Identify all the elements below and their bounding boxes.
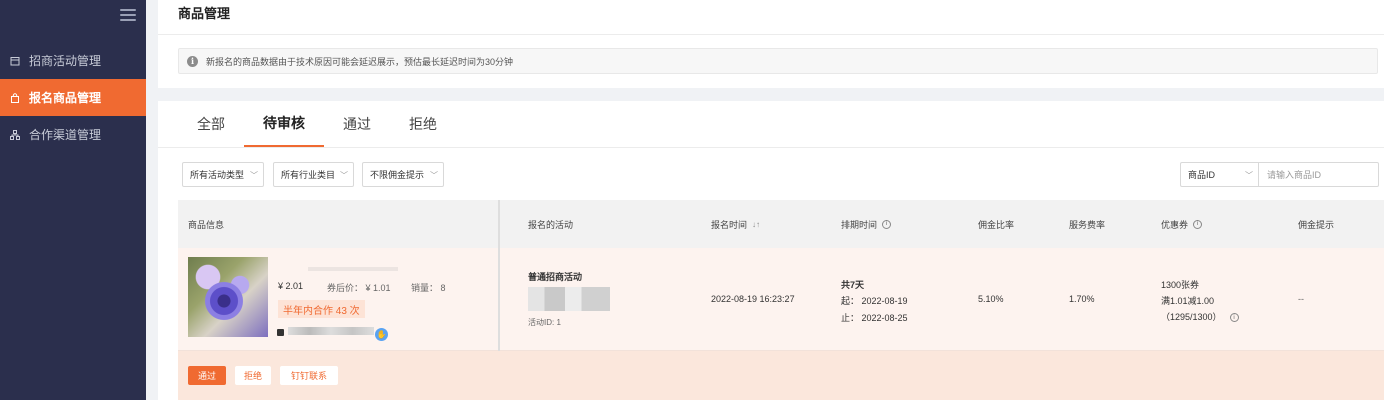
activity-type-value: 所有活动类型 <box>190 170 245 180</box>
th-reg-time[interactable]: 报名时间 ↓↑ <box>711 200 760 248</box>
th-label: 报名时间 <box>711 219 748 230</box>
sidebar-item-label: 报名商品管理 <box>29 91 102 105</box>
chevron-down-icon: ﹀ <box>340 171 348 180</box>
calendar-icon <box>9 55 20 66</box>
row-actions: 通过 拒绝 钉钉联系 <box>178 351 1384 400</box>
dingtalk-icon[interactable]: ✋ <box>375 328 388 341</box>
th-coupon: 优惠券 i <box>1161 200 1203 248</box>
th-schedule: 排期时间 i <box>841 200 892 248</box>
service-rate: 1.70% <box>1069 294 1095 304</box>
bag-icon <box>9 92 20 103</box>
blurred-product-title <box>308 267 398 271</box>
commission-rate: 5.10% <box>978 294 1004 304</box>
commission-tip: -- <box>1298 294 1304 304</box>
page-title: 商品管理 <box>178 6 231 21</box>
schedule-start: 起： 2022-08-19 <box>841 296 908 306</box>
info-icon: i <box>187 55 198 67</box>
tab-pending[interactable]: 待审核 <box>244 101 324 147</box>
sidebar-item-label: 招商活动管理 <box>29 54 102 68</box>
coupon-count: 1300张券 <box>1161 280 1200 290</box>
chevron-down-icon: ﹀ <box>250 171 258 180</box>
th-commission-rate: 佣金比率 <box>978 219 1015 230</box>
commission-value: 不限佣金提示 <box>370 170 425 180</box>
coupon-remaining: （1295/1300） <box>1161 312 1222 322</box>
chevron-down-icon: ﹀ <box>430 171 438 180</box>
sidebar-item-activity-management[interactable]: 招商活动管理 <box>0 42 146 79</box>
reject-button[interactable]: 拒绝 <box>235 366 271 385</box>
table-header: 商品信息 报名的活动 报名时间 ↓↑ 排期时间 i 佣金比率 服务费率 优惠券 … <box>178 200 1384 248</box>
industry-select[interactable]: 所有行业类目 ﹀ <box>273 162 354 187</box>
sidebar-item-channel-management[interactable]: 合作渠道管理 <box>0 116 146 153</box>
th-product-info: 商品信息 <box>188 219 225 230</box>
shop-icon <box>277 329 284 336</box>
sales-count: 销量： 8 <box>411 283 446 293</box>
help-icon[interactable]: i <box>1193 219 1203 229</box>
registration-time: 2022-08-19 16:23:27 <box>711 294 795 304</box>
product-id-input[interactable] <box>1258 162 1379 187</box>
approve-button[interactable]: 通过 <box>188 366 226 385</box>
coupon-rule: 满1.01减1.00 <box>1161 296 1215 306</box>
table-row: ¥ 2.01 券后价： ¥ 1.01 销量： 8 半年内合作 43 次 ✋ 普通… <box>178 248 1384 351</box>
id-type-select[interactable]: 商品ID ﹀ <box>1180 162 1259 187</box>
blurred-activity-image <box>528 287 610 311</box>
activity-name[interactable]: 普通招商活动 <box>528 270 582 283</box>
sidebar-item-product-registration[interactable]: 报名商品管理 <box>0 79 146 116</box>
dingtalk-contact-button[interactable]: 钉钉联系 <box>280 366 338 385</box>
schedule-end: 止： 2022-08-25 <box>841 313 908 323</box>
coupon-remaining-wrap: （1295/1300） i <box>1161 310 1239 323</box>
th-label: 优惠券 <box>1161 219 1189 230</box>
product-thumbnail[interactable] <box>188 257 268 337</box>
tab-rejected[interactable]: 拒绝 <box>390 101 456 147</box>
th-commission-tip: 佣金提示 <box>1298 219 1335 230</box>
schedule-total: 共7天 <box>841 280 865 290</box>
sidebar-item-label: 合作渠道管理 <box>29 128 102 142</box>
tab-approved[interactable]: 通过 <box>324 101 390 147</box>
product-price: ¥ 2.01 <box>278 281 304 291</box>
id-type-value: 商品ID <box>1188 170 1216 180</box>
header-card: 商品管理 i 新报名的商品数据由于技术原因可能会延迟展示，预估最长延迟时间为30… <box>158 0 1384 88</box>
help-icon[interactable]: i <box>1229 313 1239 323</box>
divider <box>158 147 1384 148</box>
th-service-rate: 服务费率 <box>1069 219 1106 230</box>
coupon-price: 券后价： ¥ 1.01 <box>327 283 391 293</box>
activity-type-select[interactable]: 所有活动类型 ﹀ <box>182 162 264 187</box>
industry-value: 所有行业类目 <box>281 170 336 180</box>
menu-toggle-icon[interactable] <box>120 9 136 21</box>
sort-icon[interactable]: ↓↑ <box>752 220 760 229</box>
th-label: 排期时间 <box>841 219 878 230</box>
activity-id: 活动ID: 1 <box>528 318 561 327</box>
chevron-down-icon: ﹀ <box>1245 171 1253 180</box>
cooperation-badge: 半年内合作 43 次 <box>278 300 365 318</box>
notice-text: 新报名的商品数据由于技术原因可能会延迟展示，预估最长延迟时间为30分钟 <box>206 56 514 67</box>
th-activity: 报名的活动 <box>528 219 574 230</box>
network-icon <box>9 129 20 140</box>
divider <box>158 34 1384 35</box>
blurred-shop-name <box>288 327 374 335</box>
tab-all[interactable]: 全部 <box>178 101 244 147</box>
notice-bar: i 新报名的商品数据由于技术原因可能会延迟展示，预估最长延迟时间为30分钟 <box>178 48 1378 74</box>
main-card: 全部 待审核 通过 拒绝 所有活动类型 ﹀ 所有行业类目 ﹀ 不限佣金提示 ﹀ … <box>158 101 1384 400</box>
status-tabs: 全部 待审核 通过 拒绝 <box>178 101 456 148</box>
help-icon[interactable]: i <box>882 219 892 229</box>
column-divider <box>498 200 500 351</box>
sidebar: 招商活动管理 报名商品管理 合作渠道管理 <box>0 0 146 400</box>
commission-select[interactable]: 不限佣金提示 ﹀ <box>362 162 444 187</box>
